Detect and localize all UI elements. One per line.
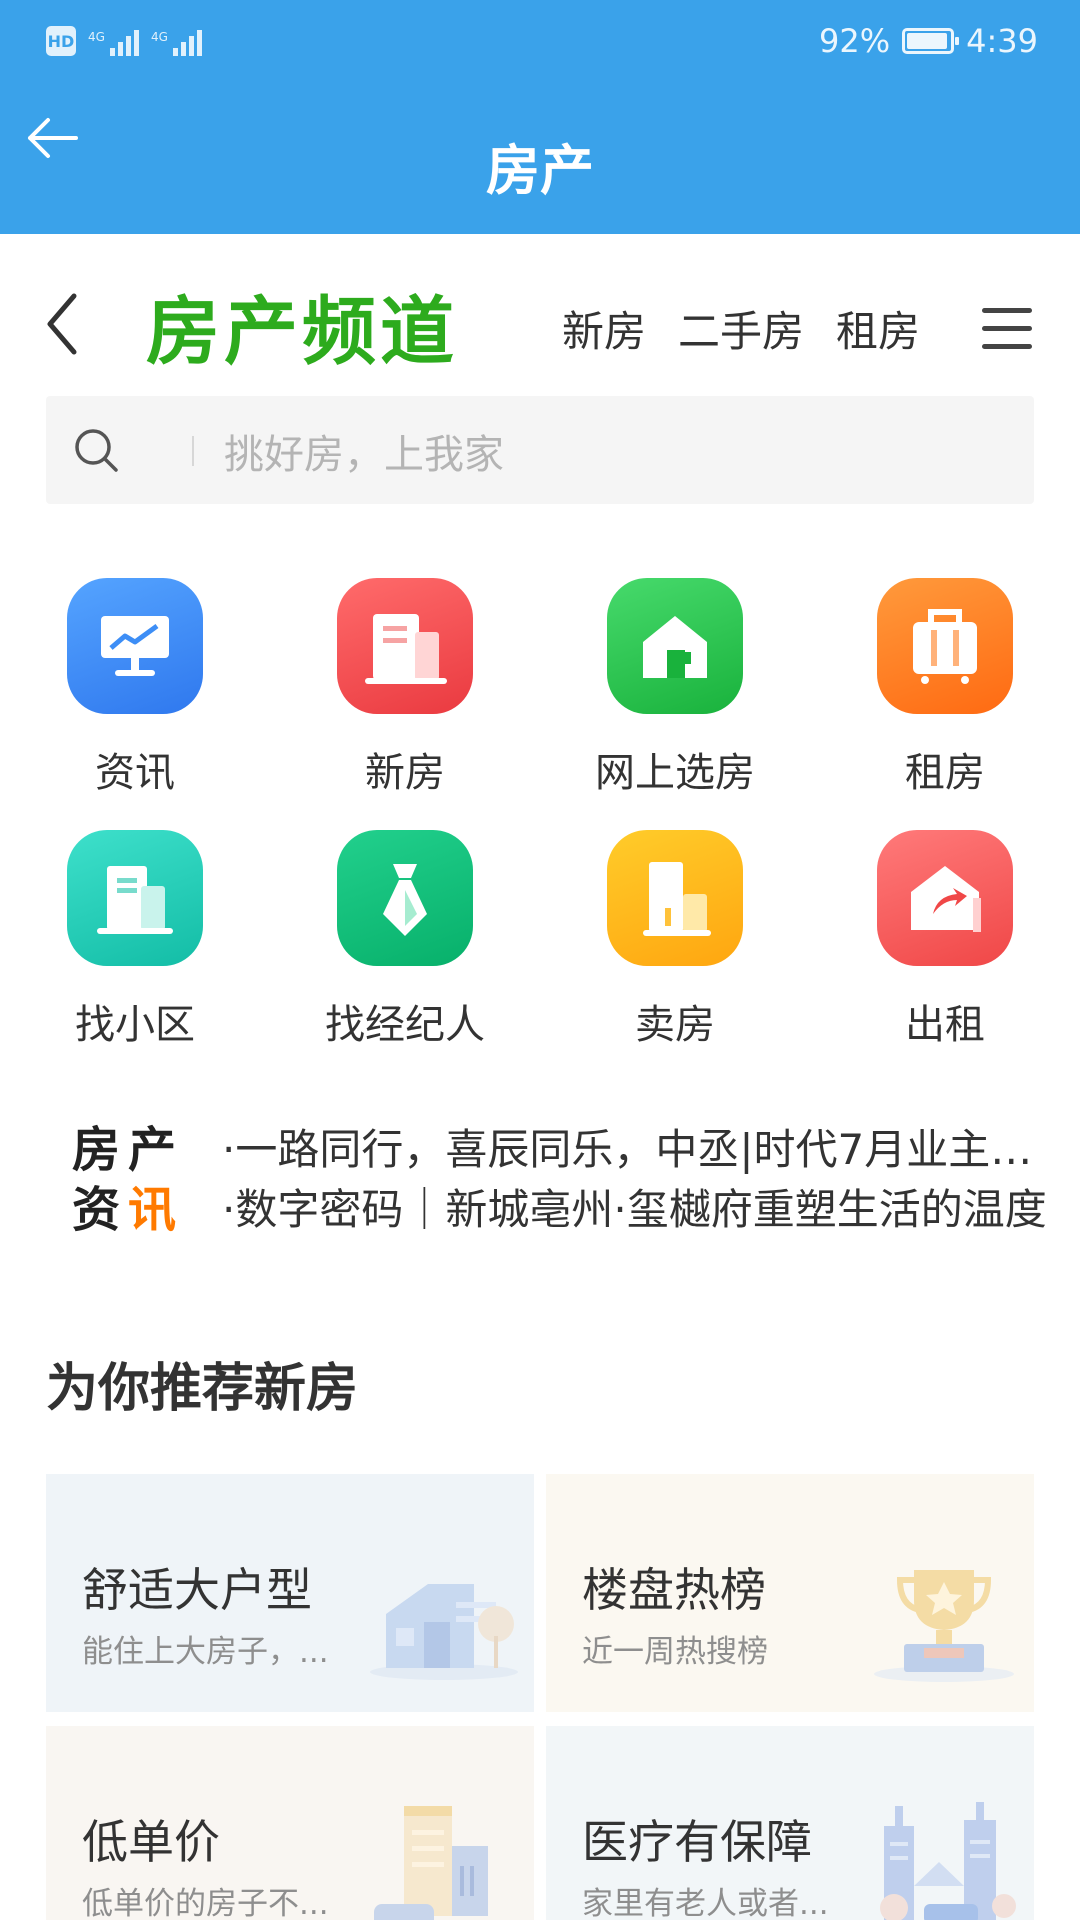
search-placeholder: 挑好房，上我家: [224, 432, 504, 478]
big-house-icon: [370, 1584, 518, 1680]
signal-icon: 4G: [88, 30, 139, 56]
search-bar[interactable]: 挑好房，上我家: [46, 396, 1034, 504]
suitcase-icon: [877, 578, 1013, 714]
service-new-house[interactable]: 新房: [270, 578, 540, 798]
service-find-community[interactable]: 找小区: [0, 830, 270, 1050]
battery-icon: [902, 28, 960, 54]
house-icon: [607, 578, 743, 714]
page-title: 房产: [486, 139, 594, 202]
share-house-icon: [877, 830, 1013, 966]
service-sell[interactable]: 卖房: [540, 830, 810, 1050]
rec-card-medical[interactable]: 医疗有保障 家里有老人或者...: [546, 1726, 1034, 1920]
rec-card-hot-list[interactable]: 楼盘热榜 近一周热搜榜: [546, 1474, 1034, 1712]
news-ticker: 房产 资讯 ·一路同行，喜辰同乐，中丞|时代7月业主生活节 ·数字密码｜新城亳州…: [72, 1120, 1062, 1240]
new-building-icon: [337, 578, 473, 714]
nav-second-hand[interactable]: 二手房: [678, 298, 804, 359]
hospital-city-icon: [880, 1802, 1016, 1920]
low-price-building-icon: [374, 1806, 488, 1920]
service-news[interactable]: 资讯: [0, 578, 270, 798]
clock: 4:39: [966, 22, 1038, 60]
search-divider: [192, 436, 194, 466]
nav-rent[interactable]: 租房: [836, 298, 920, 359]
battery-percent: 92%: [819, 22, 891, 60]
news-item[interactable]: ·一路同行，喜辰同乐，中丞|时代7月业主生活节: [222, 1120, 1062, 1180]
sell-building-icon: [607, 830, 743, 966]
service-rent[interactable]: 租房: [810, 578, 1080, 798]
channel-nav: 新房 二手房 租房: [562, 298, 920, 359]
trophy-icon: [874, 1570, 1014, 1682]
service-find-agent[interactable]: 找经纪人: [270, 830, 540, 1050]
app-bar: HD 4G 4G 92% 4:39 房产: [0, 0, 1080, 234]
search-icon: [75, 429, 118, 472]
channel-title: 房产频道: [146, 289, 458, 375]
hd-badge: HD: [46, 26, 76, 56]
community-icon: [67, 830, 203, 966]
monitor-chart-icon: [67, 578, 203, 714]
channel-header: 房产频道 新房 二手房 租房: [0, 234, 1080, 394]
news-tag: 房产 资讯: [72, 1122, 185, 1238]
news-list: ·一路同行，喜辰同乐，中丞|时代7月业主生活节 ·数字密码｜新城亳州·玺樾府重塑…: [222, 1120, 1062, 1240]
menu-icon[interactable]: [982, 308, 1032, 350]
status-bar: HD 4G 4G 92% 4:39: [0, 0, 1080, 90]
service-online-select[interactable]: 网上选房: [540, 578, 810, 798]
tie-icon: [337, 830, 473, 966]
rec-card-large-unit[interactable]: 舒适大户型 能住上大房子，...: [46, 1474, 534, 1712]
chevron-left-icon[interactable]: [42, 290, 82, 358]
service-lease[interactable]: 出租: [810, 830, 1080, 1050]
signal-icon-2: 4G: [151, 30, 202, 56]
rec-card-low-price[interactable]: 低单价 低单价的房子不...: [46, 1726, 534, 1920]
section-title: 为你推荐新房: [46, 1359, 359, 1419]
nav-new-house[interactable]: 新房: [562, 298, 646, 359]
news-item[interactable]: ·数字密码｜新城亳州·玺樾府重塑生活的温度: [222, 1180, 1062, 1240]
